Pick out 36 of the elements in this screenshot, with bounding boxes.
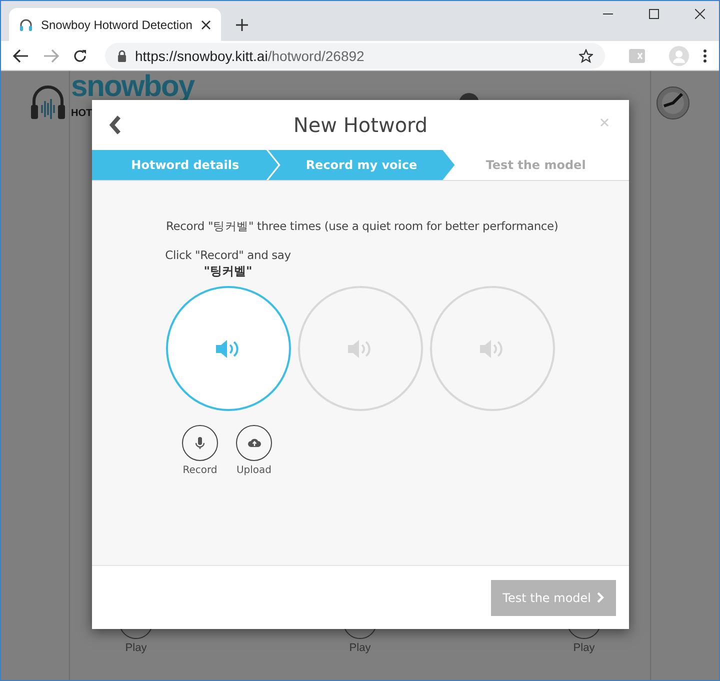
play-label: Play bbox=[349, 642, 371, 654]
address-bar[interactable]: https://snowboy.kitt.ai/hotword/26892 bbox=[105, 42, 605, 68]
back-chevron-icon[interactable] bbox=[109, 115, 121, 135]
hotword-text: "팅커벨" bbox=[204, 263, 252, 280]
back-icon[interactable] bbox=[13, 48, 29, 62]
reload-icon[interactable] bbox=[73, 48, 87, 62]
dialog-title: New Hotword bbox=[292, 113, 429, 137]
star-icon[interactable] bbox=[579, 48, 593, 62]
close-icon[interactable] bbox=[201, 20, 211, 30]
headphones-icon bbox=[19, 18, 33, 32]
close-icon[interactable] bbox=[695, 9, 705, 19]
play-label: Play bbox=[125, 642, 147, 654]
action-label: Record bbox=[182, 465, 218, 476]
speaker-icon bbox=[480, 338, 506, 358]
action-label: Upload bbox=[236, 465, 272, 476]
speaker-icon bbox=[216, 338, 242, 358]
clock-avatar-icon[interactable] bbox=[656, 86, 690, 120]
menu-icon[interactable] bbox=[703, 48, 707, 62]
new-tab-icon[interactable] bbox=[236, 19, 248, 31]
browser-tab[interactable]: Snowboy Hotword Detection bbox=[9, 8, 221, 41]
speaker-icon bbox=[348, 338, 374, 358]
play-label: Play bbox=[573, 642, 595, 654]
wizard-step: Hotword details bbox=[92, 150, 278, 180]
lock-icon bbox=[117, 50, 127, 62]
wizard-step: Record my voice bbox=[268, 150, 455, 180]
microphone-icon bbox=[194, 437, 206, 449]
record-button[interactable] bbox=[182, 425, 218, 461]
maximize-icon[interactable] bbox=[649, 9, 659, 19]
instruction-text: Record "팅커벨" three times (use a quiet room for better performance) bbox=[166, 219, 560, 234]
chevron-right-icon bbox=[597, 592, 604, 603]
logo-subtitle: HOT bbox=[71, 109, 94, 119]
prompt-text: Click "Record" and say bbox=[165, 248, 291, 262]
url-text: https://snowboy.kitt.ai/hotword/26892 bbox=[135, 48, 366, 64]
cloud-upload-icon bbox=[248, 437, 260, 449]
logo-text: snowboy bbox=[71, 75, 194, 99]
upload-button[interactable] bbox=[236, 425, 272, 461]
